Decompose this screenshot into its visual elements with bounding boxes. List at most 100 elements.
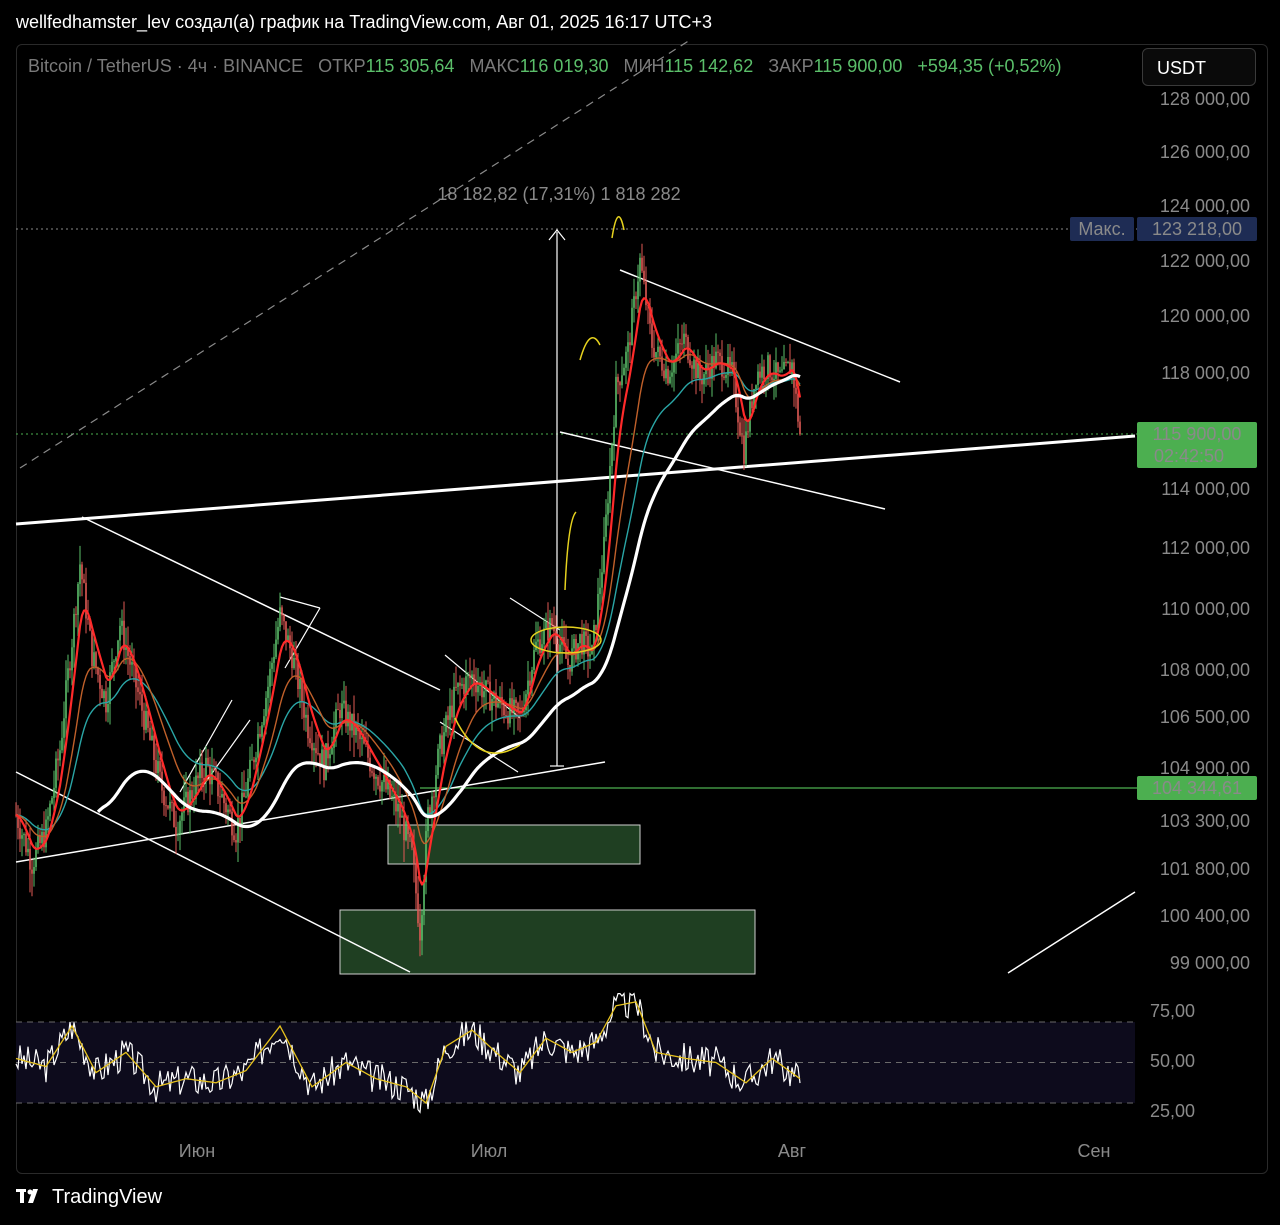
candle-body [67, 668, 69, 681]
candle-body [233, 835, 235, 841]
candle-body [441, 735, 443, 755]
candle-body [245, 796, 247, 798]
open-value: 115 305,64 [365, 56, 455, 76]
candle-body [61, 737, 63, 751]
candle-body [29, 848, 31, 870]
countdown-label: 02:42:50 [1154, 446, 1224, 466]
candle-body [393, 795, 395, 797]
candle-body [465, 676, 467, 695]
candle-body [611, 444, 613, 467]
y-axis-tick-label: 114 000,00 [1161, 479, 1250, 499]
y-axis-tick-label: 110 000,00 [1161, 599, 1250, 619]
candle-body [771, 377, 773, 381]
high-value: 116 019,30 [519, 56, 609, 76]
candle-body [439, 735, 441, 749]
candle-body [79, 564, 81, 584]
candle-body [775, 362, 777, 379]
candle-body [217, 772, 219, 797]
candle-body [171, 801, 173, 803]
candle-body [475, 684, 477, 693]
candle-body [121, 620, 123, 626]
candle-body [111, 661, 113, 673]
candle-body [655, 352, 657, 358]
rsi-axis-tick-label: 75,00 [1150, 1001, 1195, 1021]
candle-body [53, 787, 55, 799]
candle-body [105, 691, 107, 713]
candle-body [165, 805, 167, 807]
candle-body [253, 759, 255, 763]
candle-body [497, 703, 499, 708]
candle-body [799, 421, 801, 435]
candle-body [585, 631, 587, 636]
candle-body [261, 725, 263, 737]
candle-body [663, 370, 665, 379]
candle-body [129, 655, 131, 665]
candle-body [489, 681, 491, 711]
candle-body [627, 342, 629, 352]
y-axis-tick-label: 100 400,00 [1160, 906, 1250, 926]
y-axis-tick-label: 101 800,00 [1160, 859, 1250, 879]
candle-body [143, 710, 145, 730]
candle-body [115, 657, 117, 661]
currency-button[interactable]: USDT [1142, 48, 1256, 86]
candle-body [415, 863, 417, 894]
candle-body [697, 362, 699, 379]
candle-body [147, 711, 149, 728]
candle-body [151, 735, 153, 741]
candle-body [689, 359, 691, 366]
candle-body [343, 700, 345, 704]
candle-body [35, 848, 37, 867]
candle-body [761, 366, 763, 378]
candle-body [505, 715, 507, 717]
symbol-label: Bitcoin / TetherUS · 4ч · BINANCE [28, 56, 304, 76]
candle-body [533, 650, 535, 671]
candle-body [763, 366, 765, 380]
candle-body [467, 674, 469, 677]
candle-body [537, 639, 539, 642]
demand-zone-lower [339, 909, 756, 975]
annotation-arc-3 [564, 511, 577, 591]
candle-body [651, 323, 653, 348]
chart-canvas[interactable]: 18 182,82 (17,31%) 1 818 282 128 000,00 12… [0, 0, 1280, 1225]
candle-body [55, 758, 57, 788]
long-ma-line [96, 373, 801, 829]
ema-mid-line [15, 353, 801, 845]
candle-body [459, 682, 461, 686]
candle-body [617, 376, 619, 383]
candle-body [681, 343, 683, 345]
candle-body [433, 796, 435, 798]
candle-body [47, 816, 49, 820]
candle-body [267, 686, 269, 698]
candle-body [477, 686, 479, 693]
y-axis-tick-label: 118 000,00 [1161, 363, 1250, 383]
candle-body [73, 613, 75, 648]
candle-body [795, 387, 797, 394]
candle-body [781, 369, 783, 371]
candle-body [65, 680, 67, 719]
candle-body [77, 583, 79, 615]
candle-body [49, 803, 51, 817]
candle-body [63, 718, 65, 738]
x-axis-tick-label: Июл [471, 1141, 508, 1161]
candle-body [445, 715, 447, 733]
candle-body [33, 866, 35, 874]
candle-body [635, 296, 637, 300]
candle-body [221, 794, 223, 797]
candle-body [153, 735, 155, 761]
candle-body [27, 848, 29, 853]
candle-body [181, 812, 183, 821]
candle-body [191, 790, 193, 799]
candle-body [405, 821, 407, 841]
candle-body [397, 803, 399, 812]
candle-body [167, 805, 169, 809]
candle-body [755, 385, 757, 389]
candle-body [643, 270, 645, 282]
candle-body [551, 618, 553, 626]
candle-body [95, 652, 97, 668]
candle-body [259, 733, 261, 737]
candle-body [31, 869, 33, 874]
candle-body [107, 704, 109, 713]
candle-body [59, 750, 61, 761]
candle-body [665, 368, 667, 379]
candle-body [23, 834, 25, 836]
